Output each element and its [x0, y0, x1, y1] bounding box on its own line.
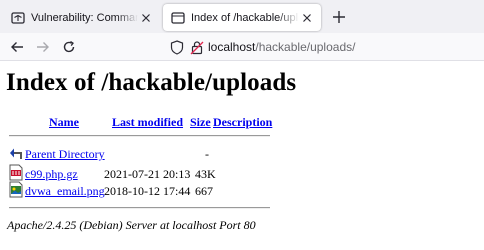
sort-by-size-link[interactable]: Size [190, 115, 211, 130]
parent-size: - [205, 147, 209, 161]
file-link[interactable]: c99.php.gz [25, 167, 78, 182]
reload-icon [63, 40, 75, 53]
compressed-file-icon [9, 164, 23, 181]
file-link[interactable]: dvwa_email.png [25, 184, 105, 199]
url-path: /hackable/uploads/ [255, 40, 356, 54]
dvwa-favicon-icon [11, 11, 25, 24]
forward-button[interactable] [34, 38, 52, 56]
insecure-lock-icon[interactable] [190, 40, 204, 55]
page-title: Index of /hackable/uploads [6, 69, 297, 96]
close-tab-icon[interactable] [138, 10, 154, 26]
tab-strip: Vulnerability: Command Injection Index o… [0, 0, 484, 33]
parent-directory-link[interactable]: Parent Directory [25, 147, 105, 162]
arrow-left-icon [11, 42, 23, 52]
tab-title: Vulnerability: Command Injection [31, 11, 138, 24]
sort-by-last-modified-link[interactable]: Last modified [112, 115, 183, 130]
file-row: dvwa_email.png 2018-10-12 17:44 667 [9, 181, 271, 199]
url-text[interactable]: localhost/hackable/uploads/ [208, 40, 355, 54]
file-size: 667 [195, 184, 213, 198]
page-favicon-icon [171, 11, 185, 24]
server-signature: Apache/2.4.25 (Debian) Server at localho… [7, 218, 256, 232]
divider-top [9, 135, 270, 137]
shield-icon[interactable] [170, 40, 184, 55]
tab-title: Index of /hackable/uploads [191, 11, 299, 24]
tab-index-uploads[interactable]: Index of /hackable/uploads [163, 4, 321, 31]
parent-directory-row: Parent Directory - [9, 146, 271, 162]
file-modified: 2021-07-21 20:13 [104, 167, 191, 181]
back-button[interactable] [8, 38, 26, 56]
file-modified: 2018-10-12 17:44 [104, 184, 191, 198]
url-host: localhost [208, 40, 256, 54]
arrow-right-icon [37, 42, 49, 52]
back-icon [10, 148, 22, 159]
file-row: c99.php.gz 2021-07-21 20:13 43K [9, 164, 271, 182]
reload-button[interactable] [60, 38, 78, 56]
close-tab-icon[interactable] [299, 10, 315, 26]
sort-by-name-link[interactable]: Name [49, 115, 79, 130]
file-size: 43K [195, 167, 216, 181]
page-content: Index of /hackable/uploads Name Last mod… [0, 62, 484, 250]
address-bar[interactable]: localhost/hackable/uploads/ [162, 36, 484, 59]
sort-by-description-link[interactable]: Description [213, 115, 272, 130]
new-tab-plus-icon[interactable] [331, 9, 347, 25]
image-file-icon [9, 181, 23, 198]
divider-bottom [9, 207, 270, 209]
tab-command-injection[interactable]: Vulnerability: Command Injection [3, 4, 160, 31]
navigation-toolbar: localhost/hackable/uploads/ [0, 33, 484, 61]
